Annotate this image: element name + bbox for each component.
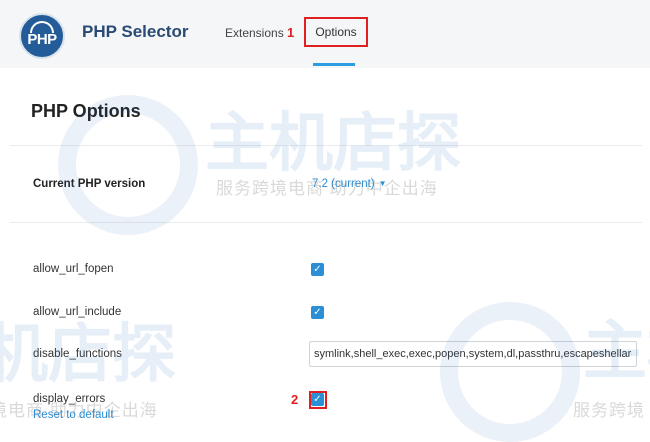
- watermark-subtext: 服务跨境: [573, 401, 645, 420]
- php-logo-icon: PHP: [19, 13, 65, 59]
- disable-functions-input[interactable]: [309, 341, 637, 367]
- reset-to-default-link[interactable]: Reset to default: [33, 409, 114, 421]
- tab-options[interactable]: Options: [304, 17, 368, 47]
- annotation-marker: 2: [291, 392, 299, 407]
- php-version-dropdown[interactable]: 7.2 (current) ▼: [312, 178, 387, 190]
- current-version-label: Current PHP version: [33, 178, 146, 190]
- watermark-logo-icon: [440, 302, 580, 442]
- option-label-allow-url-fopen: allow_url_fopen: [33, 263, 114, 275]
- watermark-text: 主机店探: [205, 107, 461, 179]
- annotation-marker: 1: [287, 25, 295, 40]
- php-version-value: 7.2 (current): [312, 178, 375, 190]
- divider: [10, 222, 642, 223]
- active-tab-indicator: [313, 63, 355, 66]
- divider: [10, 145, 642, 146]
- app-header: PHP PHP Selector Extensions 1 Options: [0, 0, 650, 68]
- option-label-display-errors: display_errors: [33, 393, 106, 405]
- allow-url-fopen-checkbox[interactable]: ✓: [311, 263, 324, 276]
- chevron-down-icon: ▼: [378, 179, 387, 188]
- app-title: PHP Selector: [82, 22, 189, 41]
- page-title: PHP Options: [31, 101, 141, 121]
- display-errors-checkbox[interactable]: ✓: [311, 393, 324, 406]
- allow-url-include-checkbox[interactable]: ✓: [311, 306, 324, 319]
- option-label-disable-functions: disable_functions: [33, 348, 122, 360]
- option-label-allow-url-include: allow_url_include: [33, 306, 122, 318]
- tab-extensions[interactable]: Extensions: [225, 26, 284, 40]
